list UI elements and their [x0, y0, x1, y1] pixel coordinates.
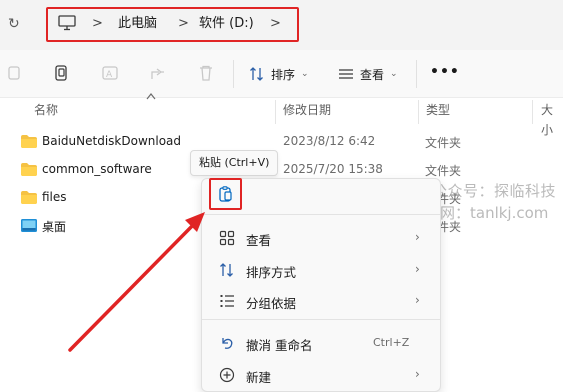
- toolbar-divider: [233, 60, 234, 88]
- menu-item-label: 排序方式: [246, 265, 297, 280]
- menu-item-group-by[interactable]: 分组依据 ›: [202, 286, 440, 316]
- file-name: BaiduNetdiskDownload: [42, 134, 182, 148]
- new-icon: [219, 367, 235, 383]
- annotation-arrow: [68, 212, 205, 352]
- share-icon[interactable]: [149, 64, 167, 82]
- group-icon: [220, 295, 234, 307]
- menu-item-label: 撤消 重命名: [246, 338, 313, 353]
- breadcrumb-separator[interactable]: >: [270, 15, 281, 33]
- breadcrumb-this-pc[interactable]: 此电脑: [118, 15, 157, 33]
- menu-item-undo-rename[interactable]: 撤消 重命名 Ctrl+Z: [202, 328, 440, 358]
- view-button[interactable]: 查看 ⌄: [338, 64, 398, 84]
- chevron-down-icon: ⌄: [301, 69, 309, 79]
- delete-icon[interactable]: [197, 64, 215, 82]
- refresh-icon[interactable]: ↻: [8, 16, 24, 32]
- breadcrumb-separator[interactable]: >: [92, 15, 103, 33]
- svg-text:A: A: [106, 70, 113, 80]
- view-label: 查看: [360, 67, 385, 82]
- file-type: 文件夹: [425, 164, 462, 178]
- menu-item-label: 查看: [246, 233, 272, 248]
- menu-separator: [202, 319, 440, 320]
- breadcrumb-drive-d[interactable]: 软件 (D:): [199, 15, 254, 33]
- file-type: 文件夹: [425, 136, 462, 150]
- undo-icon: [222, 338, 233, 349]
- column-divider[interactable]: [418, 100, 419, 124]
- chevron-right-icon: ›: [415, 367, 420, 381]
- copy-icon[interactable]: [53, 64, 71, 82]
- column-divider[interactable]: [275, 100, 276, 124]
- menu-item-label: 新建: [246, 370, 272, 385]
- menu-item-view[interactable]: 查看 ›: [202, 223, 440, 253]
- file-date: 2025/7/20 15:38: [283, 162, 383, 176]
- file-date: 2023/8/12 6:42: [283, 134, 376, 148]
- column-header-size[interactable]: 大小: [541, 100, 563, 137]
- sort-icon: [250, 67, 263, 81]
- paste-tooltip: 粘贴 (Ctrl+V): [190, 150, 279, 176]
- menu-separator: [202, 214, 440, 215]
- more-options-button[interactable]: •••: [430, 64, 460, 80]
- paste-icon[interactable]: [218, 186, 234, 202]
- chevron-down-icon: ⌄: [390, 69, 398, 79]
- rename-icon[interactable]: A: [101, 64, 119, 82]
- sort-icon: [220, 263, 233, 277]
- file-name: common_software: [42, 162, 152, 176]
- file-row[interactable]: BaiduNetdiskDownload 2023/8/12 6:42 文件夹: [0, 129, 563, 157]
- desktop-folder-icon: [21, 219, 37, 232]
- grid-icon: [219, 230, 235, 246]
- chevron-right-icon: ›: [415, 293, 420, 307]
- menu-item-shortcut: Ctrl+Z: [373, 336, 410, 349]
- folder-icon: [21, 163, 37, 176]
- column-header-type[interactable]: 类型: [426, 100, 450, 120]
- folder-icon: [21, 135, 37, 148]
- chevron-right-icon: ›: [415, 262, 420, 276]
- menu-item-sort-by[interactable]: 排序方式 ›: [202, 255, 440, 285]
- column-header-name[interactable]: 名称: [34, 100, 58, 120]
- folder-icon: [21, 191, 37, 204]
- computer-icon[interactable]: [58, 15, 76, 31]
- address-bar-highlight[interactable]: [46, 7, 299, 42]
- command-bar: A 排序 ⌄ 查看 ⌄: [0, 50, 563, 98]
- chevron-right-icon: ›: [415, 230, 420, 244]
- column-divider[interactable]: [532, 100, 533, 124]
- menu-item-new[interactable]: 新建 ›: [202, 360, 440, 390]
- toolbar-divider: [416, 60, 417, 88]
- menu-item-label: 分组依据: [246, 296, 297, 311]
- sort-ascending-icon: [146, 93, 156, 100]
- sort-button[interactable]: 排序 ⌄: [249, 64, 309, 84]
- watermark-line-2: 官网：tanlkj.com: [425, 204, 549, 222]
- breadcrumb-separator[interactable]: >: [178, 15, 189, 33]
- view-list-icon: [339, 69, 353, 79]
- column-header-date[interactable]: 修改日期: [283, 100, 331, 120]
- sort-label: 排序: [271, 67, 296, 82]
- address-bar-area: ↻ > 此电脑 > 软件 (D:) >: [0, 0, 563, 50]
- cut-icon[interactable]: [6, 64, 24, 82]
